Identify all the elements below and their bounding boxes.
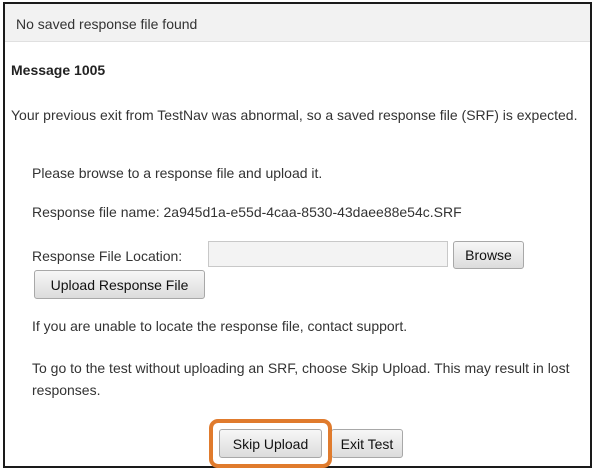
skip-upload-note: To go to the test without uploading an S…: [32, 360, 570, 398]
message-body: Your previous exit from TestNav was abno…: [11, 107, 578, 123]
message-heading: Message 1005: [11, 62, 106, 78]
response-file-name: Response file name: 2a945d1a-e55d-4caa-8…: [32, 204, 462, 220]
browse-button[interactable]: Browse: [453, 241, 524, 269]
upload-response-file-button[interactable]: Upload Response File: [34, 270, 205, 299]
dialog-title-bar: No saved response file found: [5, 4, 590, 42]
support-note: If you are unable to locate the response…: [32, 318, 408, 334]
dialog-title: No saved response file found: [16, 16, 198, 32]
exit-test-button[interactable]: Exit Test: [331, 429, 403, 458]
browse-instruction: Please browse to a response file and upl…: [32, 165, 323, 181]
file-location-label: Response File Location:: [32, 248, 183, 264]
file-location-input[interactable]: [208, 241, 448, 267]
skip-upload-button[interactable]: Skip Upload: [219, 429, 322, 458]
